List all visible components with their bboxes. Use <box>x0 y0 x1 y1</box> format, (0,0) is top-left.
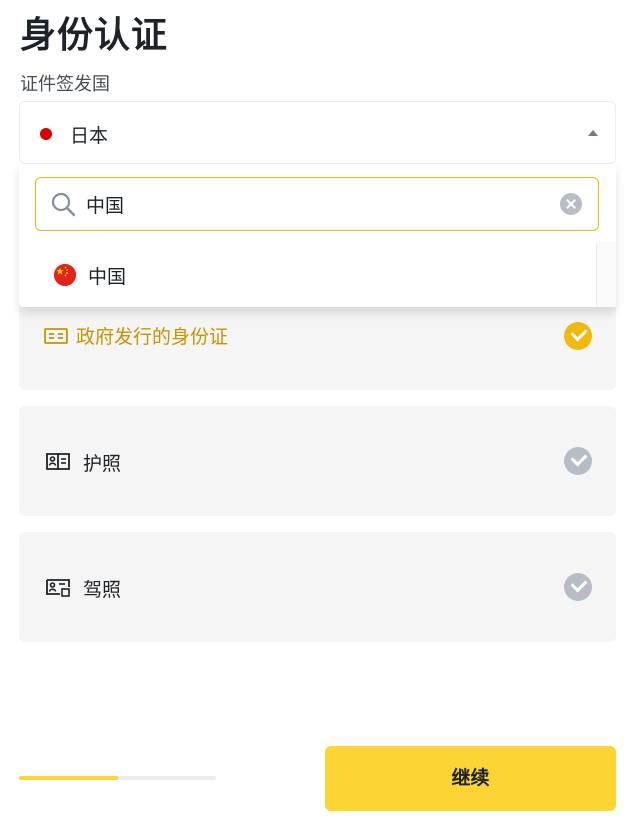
step-progress-bar <box>19 776 216 780</box>
id-card-icon <box>44 328 68 344</box>
country-search-box <box>35 177 599 231</box>
check-circle-icon <box>564 573 592 601</box>
check-circle-icon <box>564 447 592 475</box>
search-icon <box>51 192 76 217</box>
issuing-country-label: 证件签发国 <box>20 74 110 95</box>
document-option-label: 护照 <box>83 453 122 475</box>
document-option-label: 驾照 <box>83 579 122 601</box>
document-option-label: 政府发行的身份证 <box>76 326 229 348</box>
check-circle-icon <box>564 322 592 350</box>
issuing-country-select[interactable]: 日本 <box>19 101 616 164</box>
passport-icon <box>46 453 70 470</box>
document-option-drivers-license[interactable]: 驾照 <box>19 532 616 642</box>
clear-search-icon[interactable] <box>560 193 582 215</box>
drivers-license-icon <box>46 579 70 597</box>
selected-country-value: 日本 <box>70 125 109 147</box>
country-result-label: 中国 <box>88 266 127 288</box>
page-title: 身份认证 <box>20 15 169 56</box>
country-search-input[interactable] <box>86 189 526 219</box>
japan-flag-icon <box>40 128 52 140</box>
continue-button[interactable]: 继续 <box>325 746 616 811</box>
caret-up-icon[interactable] <box>588 130 598 136</box>
dropdown-scrollbar[interactable] <box>596 242 616 307</box>
country-dropdown: 中国 <box>19 164 616 307</box>
country-result-item[interactable]: 中国 <box>19 244 597 304</box>
china-flag-icon <box>54 264 76 286</box>
step-progress-fill <box>19 776 118 780</box>
document-option-passport[interactable]: 护照 <box>19 406 616 516</box>
